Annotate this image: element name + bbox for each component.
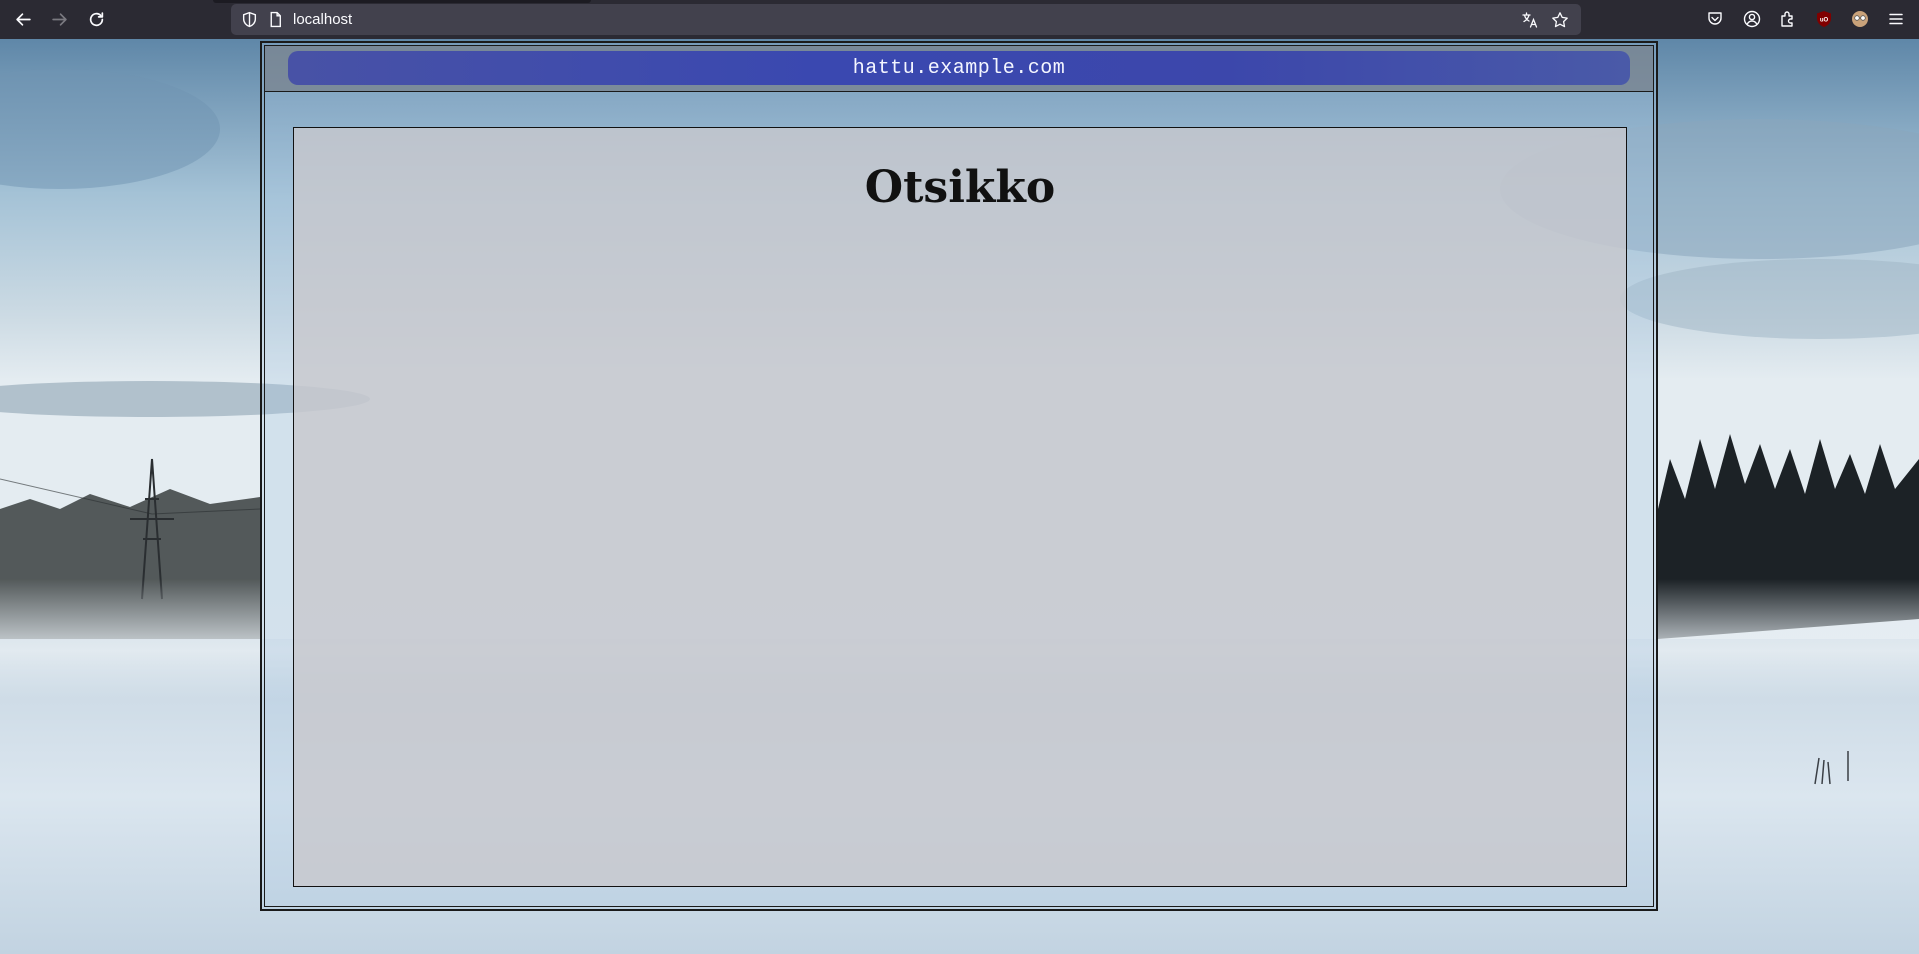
- extensions-icon: [1781, 11, 1793, 27]
- ublock-icon: uO: [1817, 11, 1831, 27]
- menu-button[interactable]: [1886, 9, 1906, 29]
- reload-icon: [89, 11, 103, 26]
- bookmark-star-icon[interactable]: [1551, 11, 1569, 29]
- pocket-button[interactable]: [1705, 9, 1725, 29]
- site-header: hattu.example.com: [264, 45, 1654, 92]
- tracking-protection-icon[interactable]: [241, 11, 258, 28]
- pocket-icon: [1708, 12, 1722, 25]
- forward-button[interactable]: [45, 7, 73, 31]
- page-info-icon[interactable]: [267, 11, 284, 28]
- translate-icon[interactable]: [1521, 11, 1539, 29]
- account-icon: [1743, 10, 1761, 28]
- browser-toolbar: localhost uO: [0, 0, 1919, 39]
- ublock-button[interactable]: uO: [1814, 9, 1834, 29]
- reload-button[interactable]: [82, 7, 110, 31]
- page-viewport: hattu.example.com Otsikko: [0, 39, 1919, 954]
- arrow-right-icon: [51, 12, 67, 26]
- back-button[interactable]: [9, 7, 37, 31]
- site-name-banner: hattu.example.com: [288, 51, 1630, 85]
- address-bar[interactable]: localhost: [231, 4, 1581, 35]
- account-button[interactable]: [1742, 9, 1762, 29]
- arrow-left-icon: [15, 12, 31, 26]
- svg-text:uO: uO: [1820, 18, 1829, 24]
- page-frame: hattu.example.com Otsikko: [260, 41, 1658, 911]
- page-heading: Otsikko: [864, 162, 1056, 213]
- profile-avatar-icon: [1852, 11, 1868, 27]
- site-name: hattu.example.com: [852, 56, 1066, 80]
- url-text[interactable]: localhost: [293, 4, 352, 35]
- main-content: Otsikko: [293, 127, 1627, 887]
- active-tab-indicator[interactable]: [213, 0, 591, 3]
- profile-avatar-button[interactable]: [1850, 9, 1870, 29]
- extensions-button[interactable]: [1778, 9, 1798, 29]
- hamburger-menu-icon: [1889, 13, 1903, 25]
